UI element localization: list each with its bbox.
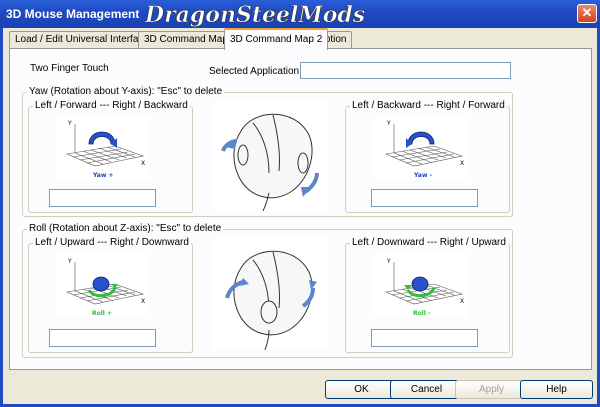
yaw-right-group: Left / Backward --- Right / Forward Y X … [345, 100, 510, 213]
tab-command-map-2[interactable]: 3D Command Map 2 [224, 28, 329, 50]
yaw-group-title: Yaw (Rotation about Y-axis): "Esc" to de… [27, 86, 225, 97]
yaw-minus-diagram: Y X Yaw - [374, 116, 469, 180]
svg-text:DragonSteelMods: DragonSteelMods [144, 2, 365, 27]
help-button[interactable]: Help [520, 380, 593, 399]
close-icon: ✕ [581, 5, 593, 20]
apply-button[interactable]: Apply [455, 380, 528, 399]
brand-logo: DragonSteelMods [144, 2, 366, 27]
roll-minus-diagram: Y X Roll - [374, 254, 469, 318]
ok-button[interactable]: OK [325, 380, 398, 399]
roll-group: Roll (Rotation about Z-axis): "Esc" to d… [22, 223, 513, 358]
yaw-plus-field[interactable] [49, 189, 156, 207]
selected-app-label: Selected Application [209, 66, 300, 77]
roll-right-group: Left / Downward --- Right / Upward Y X R… [345, 237, 510, 353]
roll-plus-field[interactable] [49, 329, 156, 347]
svg-text:Yaw +: Yaw + [92, 172, 114, 179]
tab-load-edit[interactable]: Load / Edit Universal Interface [9, 31, 155, 49]
roll-left-title: Left / Upward --- Right / Downward [33, 237, 191, 248]
svg-text:X: X [141, 298, 145, 305]
yaw-plus-diagram: Y X Yaw + [55, 116, 150, 180]
roll-right-title: Left / Downward --- Right / Upward [350, 237, 508, 248]
svg-text:Y: Y [386, 258, 391, 265]
roll-left-group: Left / Upward --- Right / Downward Y X R… [28, 237, 193, 353]
roll-plus-diagram: Y X Roll + [55, 254, 150, 318]
tab-panel: Two Finger Touch Selected Application Ya… [9, 48, 592, 370]
yaw-right-title: Left / Backward --- Right / Forward [350, 100, 507, 111]
svg-text:Y: Y [386, 120, 391, 127]
svg-text:Y: Y [67, 258, 72, 265]
svg-text:X: X [460, 298, 464, 305]
svg-text:Yaw -: Yaw - [413, 172, 432, 179]
yaw-minus-field[interactable] [371, 189, 478, 207]
mouse-yaw-illustration [213, 101, 329, 211]
close-button[interactable]: ✕ [577, 4, 597, 23]
mouse-roll-illustration [213, 238, 329, 350]
svg-text:Y: Y [67, 120, 72, 127]
yaw-left-group: Left / Forward --- Right / Backward Y X … [28, 100, 193, 213]
svg-text:X: X [460, 160, 464, 167]
dialog-window: Load / Edit Universal Interface 3D Comma… [0, 28, 600, 407]
roll-minus-field[interactable] [371, 329, 478, 347]
title-bar: 3D Mouse Management DragonSteelMods ✕ [0, 0, 600, 28]
roll-group-title: Roll (Rotation about Z-axis): "Esc" to d… [27, 223, 224, 234]
selected-app-field[interactable] [300, 62, 511, 79]
window-title: 3D Mouse Management [6, 7, 140, 21]
mode-label: Two Finger Touch [30, 63, 109, 74]
cancel-button[interactable]: Cancel [390, 380, 463, 399]
svg-text:Roll +: Roll + [92, 310, 112, 317]
yaw-left-title: Left / Forward --- Right / Backward [33, 100, 190, 111]
yaw-group: Yaw (Rotation about Y-axis): "Esc" to de… [22, 86, 513, 217]
svg-text:Roll -: Roll - [413, 310, 431, 317]
svg-text:X: X [141, 160, 145, 167]
